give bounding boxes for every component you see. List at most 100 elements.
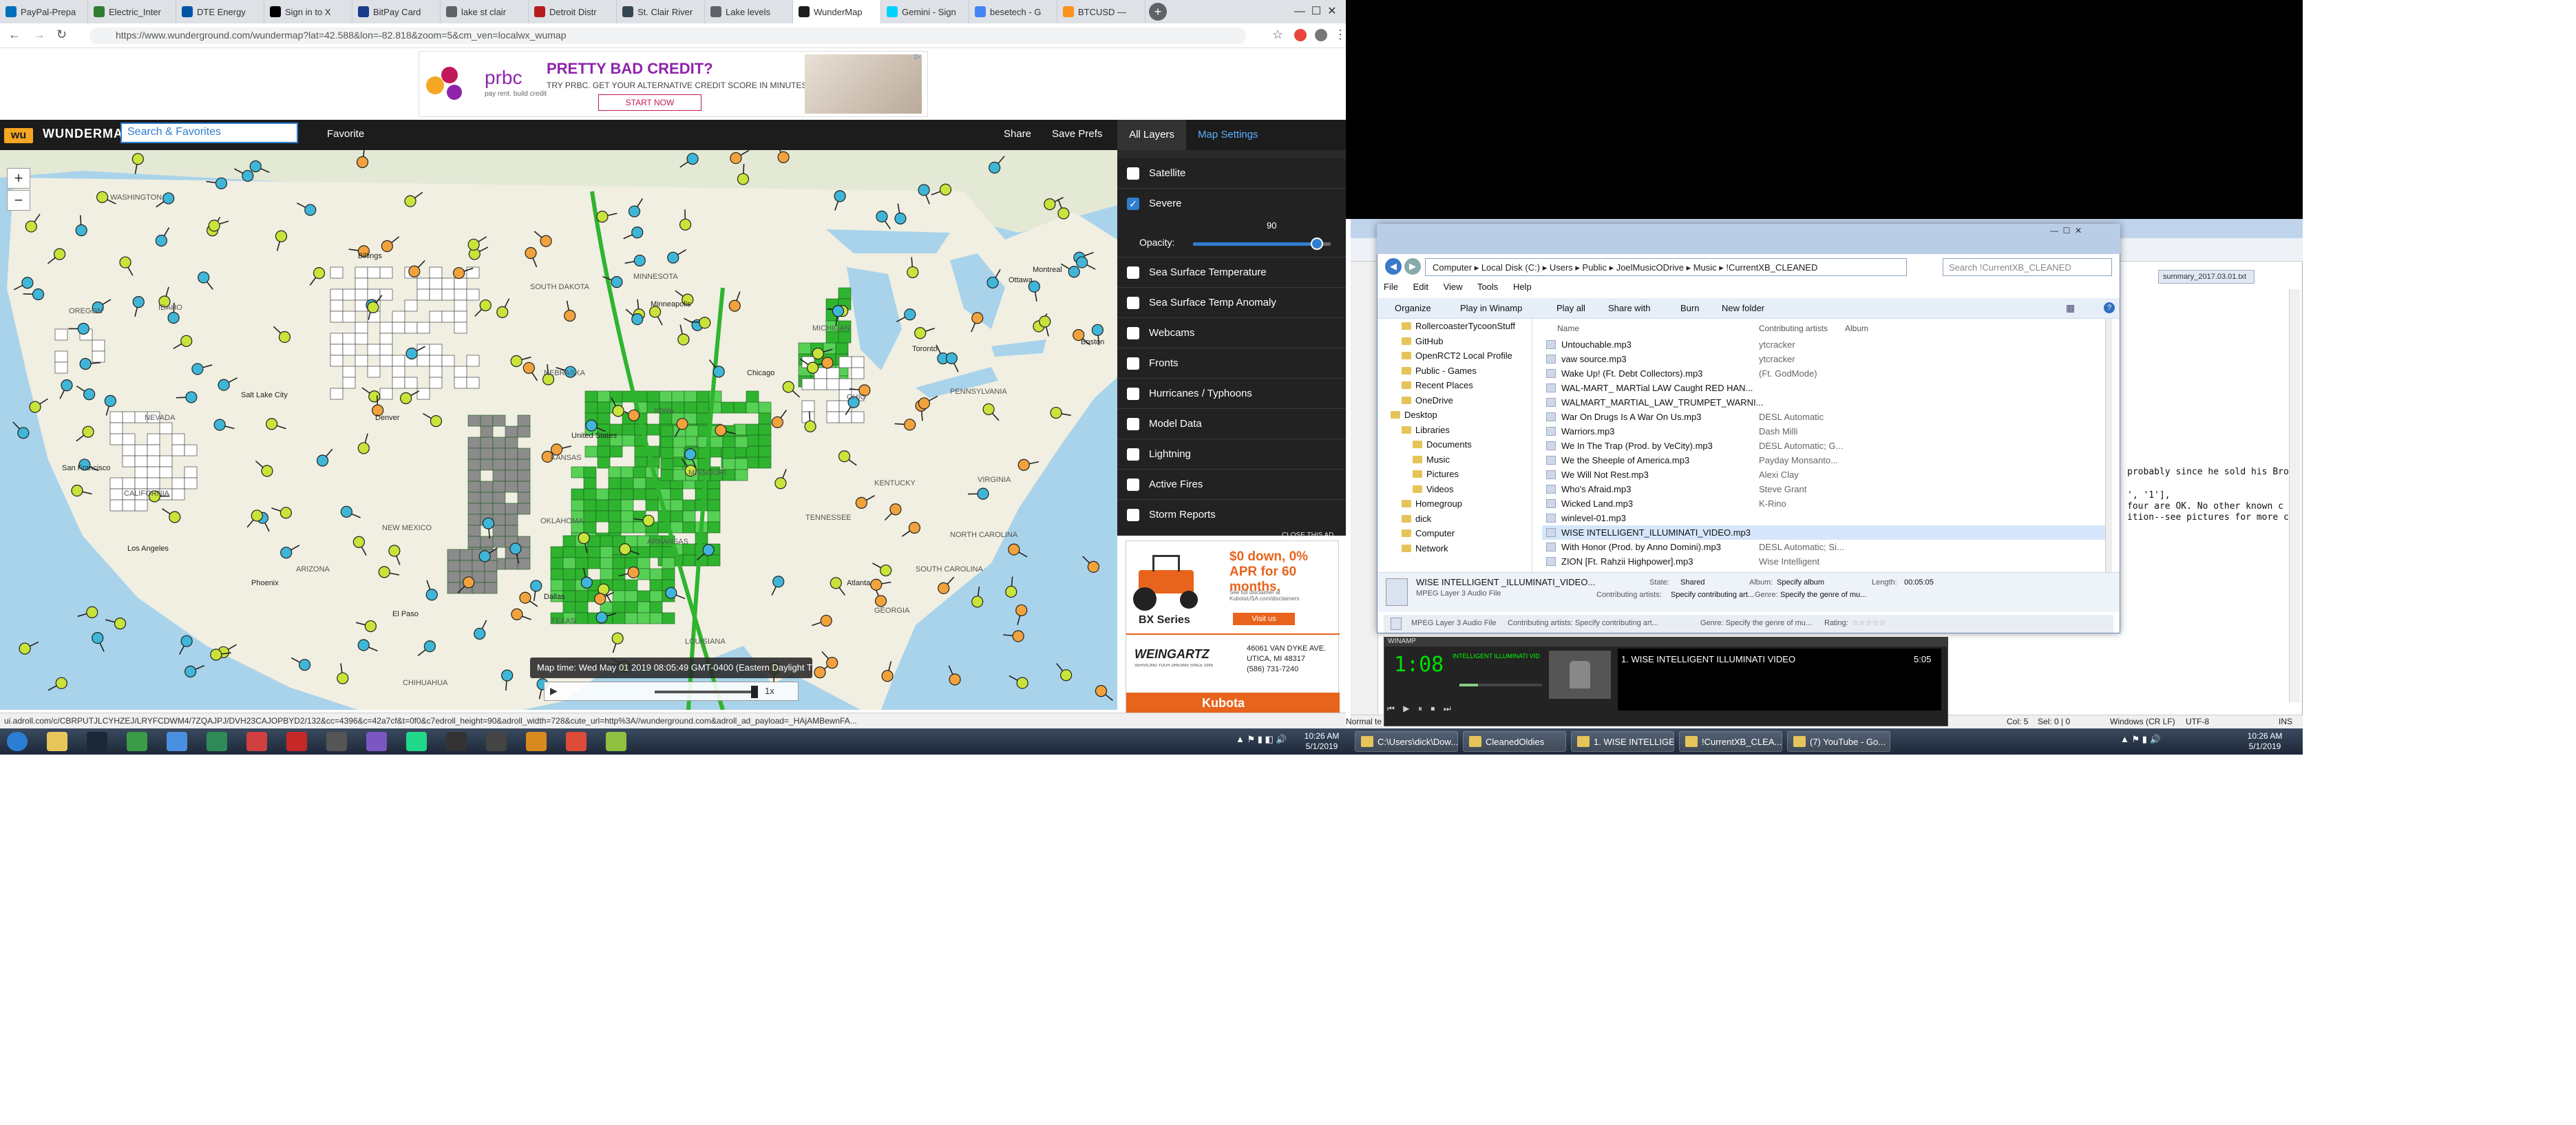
file-row[interactable]: Wake Up! (Ft. Debt Collectors).mp3 (Ft. G… xyxy=(1542,366,2107,381)
layer-hurricanes[interactable]: Hurricanes / Typhoons xyxy=(1117,379,1346,409)
close-ad-link[interactable]: CLOSE THIS AD xyxy=(1282,532,1333,539)
station-temp-dot[interactable] xyxy=(728,299,741,312)
station-temp-dot[interactable] xyxy=(665,587,677,599)
station-temp-dot[interactable] xyxy=(55,677,67,689)
station-temp-dot[interactable] xyxy=(313,267,326,280)
nav-tree-item[interactable]: Documents xyxy=(1413,439,1472,450)
station-temp-dot[interactable] xyxy=(686,153,699,165)
animation-controls[interactable]: ▶ 1x xyxy=(544,682,799,701)
file-row[interactable]: Warriors.mp3 Dash Milli xyxy=(1542,424,2107,439)
station-temp-dot[interactable] xyxy=(167,311,180,324)
breadcrumb-item[interactable]: Computer xyxy=(1433,262,1472,273)
back-icon[interactable]: ◀ xyxy=(1385,258,1402,275)
play-icon[interactable]: ▶ xyxy=(550,685,558,697)
editor-scrollbar[interactable] xyxy=(2289,289,2300,702)
station-temp-dot[interactable] xyxy=(595,611,608,624)
favorite-link[interactable]: Favorite xyxy=(327,128,364,140)
station-temp-dot[interactable] xyxy=(266,418,278,430)
station-temp-dot[interactable] xyxy=(628,409,640,421)
nav-tree-item[interactable]: Music xyxy=(1413,454,1450,465)
breadcrumb-item[interactable]: Local Disk (C:) xyxy=(1481,262,1540,273)
forward-icon[interactable]: ▶ xyxy=(1404,258,1421,275)
station-temp-dot[interactable] xyxy=(511,608,523,620)
station-temp-dot[interactable] xyxy=(509,543,522,555)
explorer-search-input[interactable]: Search !CurrentXB_CLEANED xyxy=(1943,258,2112,276)
vm-icon[interactable] xyxy=(167,732,187,751)
browser-tab[interactable]: Electric_Inter xyxy=(88,0,176,23)
station-temp-dot[interactable] xyxy=(1050,406,1062,419)
station-temp-dot[interactable] xyxy=(249,160,262,173)
app13-icon[interactable] xyxy=(486,732,507,751)
station-temp-dot[interactable] xyxy=(855,496,867,509)
layer-satellite[interactable]: Satellite xyxy=(1117,158,1346,189)
browser-tab[interactable]: St. Clair River xyxy=(617,0,705,23)
station-temp-dot[interactable] xyxy=(1005,585,1017,598)
nav-tree-item[interactable]: dick xyxy=(1402,514,1431,524)
play-all-button[interactable]: Play all xyxy=(1556,303,1585,313)
station-temp-dot[interactable] xyxy=(812,347,824,360)
station-temp-dot[interactable] xyxy=(1017,459,1030,471)
station-temp-dot[interactable] xyxy=(881,670,894,682)
station-temp-dot[interactable] xyxy=(261,465,273,477)
station-temp-dot[interactable] xyxy=(777,151,790,163)
station-temp-dot[interactable] xyxy=(1044,198,1056,211)
station-temp-dot[interactable] xyxy=(378,566,390,578)
new-tab-button[interactable]: + xyxy=(1146,0,1170,23)
checkbox[interactable] xyxy=(1127,418,1139,430)
time-slider-handle[interactable] xyxy=(751,686,758,698)
zoom-in-button[interactable]: + xyxy=(7,168,30,189)
file-row[interactable]: With Honor (Prod. by Anno Domini).mp3 DES… xyxy=(1542,540,2107,554)
search-input[interactable]: Search & Favorites xyxy=(120,123,298,143)
station-temp-dot[interactable] xyxy=(251,509,263,522)
station-temp-dot[interactable] xyxy=(463,576,475,589)
menu-file[interactable]: File xyxy=(1384,282,1398,292)
breadcrumb-item[interactable]: Public xyxy=(1583,262,1607,273)
chrome-icon[interactable] xyxy=(127,732,147,751)
nav-tree-item[interactable]: Libraries xyxy=(1402,425,1450,435)
play-icon[interactable]: ▶ xyxy=(1403,704,1409,713)
rating-stars-icon[interactable]: ☆☆☆☆☆ xyxy=(1852,618,1886,627)
menu-tools[interactable]: Tools xyxy=(1477,282,1498,292)
station-temp-dot[interactable] xyxy=(408,265,421,277)
paint-icon[interactable] xyxy=(246,732,267,751)
station-temp-dot[interactable] xyxy=(242,169,254,182)
save-prefs-button[interactable]: Save Prefs xyxy=(1052,128,1102,140)
station-temp-dot[interactable] xyxy=(452,266,465,280)
station-temp-dot[interactable] xyxy=(404,195,416,207)
station-temp-dot[interactable] xyxy=(367,301,379,313)
file-row[interactable]: Wicked Land.mp3 K-Rino xyxy=(1542,496,2107,511)
station-temp-dot[interactable] xyxy=(478,550,491,562)
map-canvas[interactable]: WASHINGTON OREGON IDAHO NEVADA CALIFORNIA ARI… xyxy=(0,150,1117,710)
menu-help[interactable]: Help xyxy=(1513,282,1532,292)
station-temp-dot[interactable] xyxy=(357,639,370,651)
editor-line[interactable]: ition--see pictures for more c xyxy=(2127,512,2289,523)
station-temp-dot[interactable] xyxy=(838,450,851,463)
station-temp-dot[interactable] xyxy=(627,566,640,579)
file-list-scrollbar[interactable] xyxy=(2105,319,2112,572)
station-temp-dot[interactable] xyxy=(278,330,291,344)
station-temp-dot[interactable] xyxy=(904,419,916,431)
taskbar-task-button[interactable]: (7) YouTube - Go... xyxy=(1787,731,1890,752)
station-temp-dot[interactable] xyxy=(578,532,590,545)
station-temp-dot[interactable] xyxy=(198,271,210,284)
station-temp-dot[interactable] xyxy=(889,503,902,516)
browser-tab[interactable]: BitPay Card xyxy=(352,0,441,23)
file-row[interactable]: We In The Trap (Prod. by VeCity).mp3 DESL… xyxy=(1542,439,2107,453)
station-temp-dot[interactable] xyxy=(611,632,624,644)
station-temp-dot[interactable] xyxy=(180,335,193,347)
layer-model-data[interactable]: Model Data xyxy=(1117,409,1346,439)
station-temp-dot[interactable] xyxy=(712,366,725,378)
detail-album[interactable]: Specify album xyxy=(1777,578,1824,587)
station-temp-dot[interactable] xyxy=(774,477,787,490)
file-row[interactable]: Untouchable.mp3 ytcracker xyxy=(1542,337,2107,352)
station-temp-dot[interactable] xyxy=(667,251,679,264)
station-temp-dot[interactable] xyxy=(132,296,145,308)
file-row[interactable]: Who's Afraid.mp3 Steve Grant xyxy=(1542,482,2107,496)
nav-tree-item[interactable]: Recent Places xyxy=(1402,380,1473,390)
station-temp-dot[interactable] xyxy=(340,505,352,518)
app10-icon[interactable] xyxy=(366,732,387,751)
file-row[interactable]: ZION [Ft. Rahzii Highpower].mp3 Wise Inte… xyxy=(1542,554,2107,569)
pause-icon[interactable]: ⏸ xyxy=(1418,704,1422,713)
station-temp-dot[interactable] xyxy=(1060,669,1073,682)
station-temp-dot[interactable] xyxy=(381,240,394,253)
